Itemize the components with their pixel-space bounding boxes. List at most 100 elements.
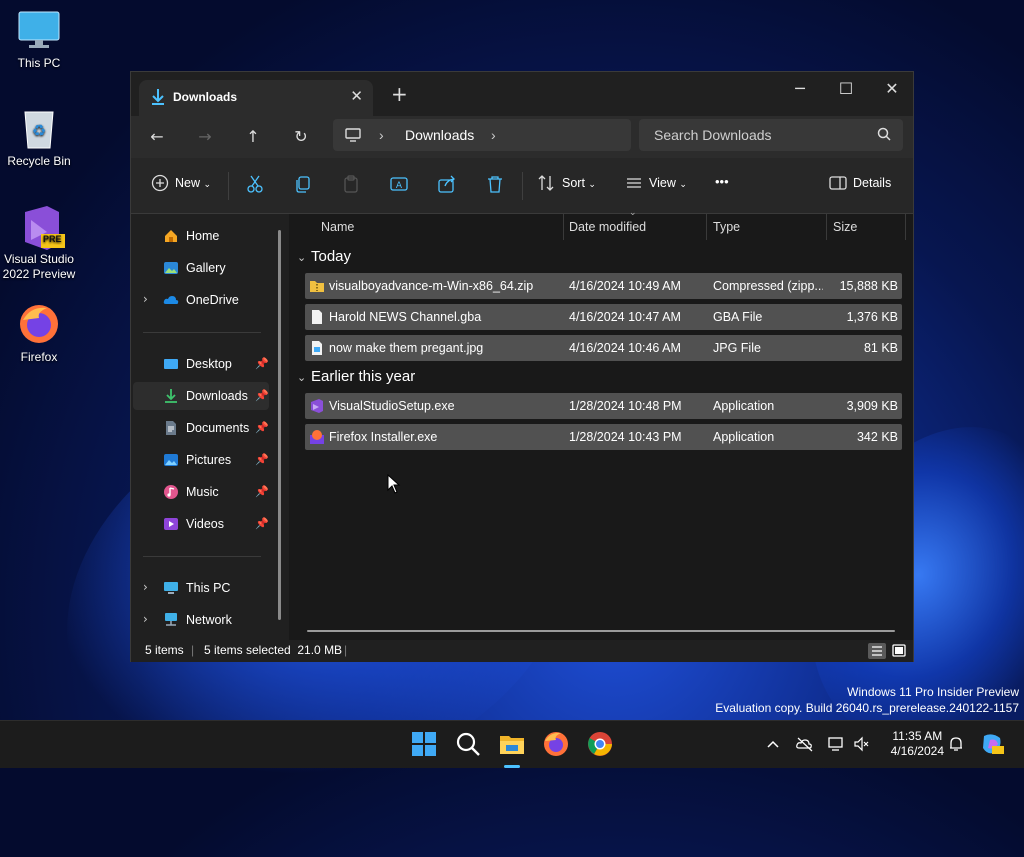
desktop-icon-visual-studio[interactable]: PRE Visual Studio 2022 Preview	[0, 204, 78, 282]
sidebar-item-pictures[interactable]: Pictures 📌	[133, 446, 269, 474]
group-header-earlier-this-year[interactable]: ⌄ Earlier this year	[297, 368, 415, 385]
network-icon[interactable]	[827, 735, 845, 753]
chevron-down-icon: ⌄	[297, 372, 307, 384]
pin-icon[interactable]: 📌	[255, 485, 269, 498]
chrome-icon[interactable]	[585, 729, 615, 759]
document-icon	[163, 420, 179, 436]
breadcrumb-chevron-icon[interactable]: ›	[379, 127, 384, 143]
desktop-icon-this-pc[interactable]: This PC	[0, 8, 78, 71]
column-divider[interactable]	[563, 214, 564, 240]
desktop-icon-label: Visual Studio 2022 Preview	[2, 252, 76, 281]
sidebar-item-label: Documents	[186, 421, 250, 435]
sidebar-item-videos[interactable]: Videos 📌	[133, 510, 269, 538]
gallery-icon	[163, 260, 179, 276]
pin-icon[interactable]: 📌	[255, 421, 269, 434]
start-windows-icon[interactable]	[409, 729, 439, 759]
sidebar-item-home[interactable]: Home	[133, 222, 269, 250]
up-button[interactable]: ↑	[239, 124, 267, 150]
table-row[interactable]: VisualStudioSetup.exe 1/28/2024 10:48 PM…	[305, 393, 902, 419]
see-more-button[interactable]: •••	[715, 174, 729, 189]
refresh-button[interactable]: ↻	[287, 124, 315, 150]
column-divider[interactable]	[826, 214, 827, 240]
chevron-right-icon[interactable]: ›	[143, 292, 148, 306]
file-type: JPG File	[713, 341, 761, 355]
notification-bell-icon[interactable]	[947, 735, 965, 753]
chevron-down-icon: ⌄	[297, 252, 307, 264]
visual-studio-installer-icon	[309, 398, 325, 414]
sidebar-item-music[interactable]: Music 📌	[133, 478, 269, 506]
file-type: Application	[713, 430, 775, 444]
pin-icon[interactable]: 📌	[255, 517, 269, 530]
sidebar-item-this-pc[interactable]: › This PC	[133, 574, 269, 602]
system-clock[interactable]: 11:35 AM 4/16/2024	[891, 729, 944, 759]
share-icon[interactable]	[437, 174, 461, 196]
sidebar-item-downloads[interactable]: Downloads 📌	[133, 382, 269, 410]
desktop-icon-recycle-bin[interactable]: ♻ Recycle Bin	[0, 106, 78, 169]
column-header-type[interactable]: Type	[713, 214, 740, 240]
column-divider[interactable]	[905, 214, 906, 240]
copilot-preview-icon[interactable]	[980, 732, 1004, 756]
chevron-right-icon[interactable]: ›	[143, 612, 148, 626]
sort-icon	[537, 174, 561, 196]
monitor-icon	[163, 580, 179, 596]
close-tab-icon[interactable]: ✕	[350, 87, 363, 105]
forward-button[interactable]: →	[191, 124, 219, 150]
firefox-icon[interactable]	[541, 729, 571, 759]
table-row[interactable]: visualboyadvance-m-Win-x86_64.zip 4/16/2…	[305, 273, 902, 299]
file-name: visualboyadvance-m-Win-x86_64.zip	[329, 279, 534, 293]
sidebar-item-onedrive[interactable]: › OneDrive	[133, 286, 269, 314]
search-input[interactable]: Search Downloads	[639, 119, 903, 151]
chevron-up-icon[interactable]	[764, 735, 782, 753]
recycle-bin-icon: ♻	[17, 106, 61, 150]
group-header-today[interactable]: ⌄ Today	[297, 248, 351, 265]
file-date: 1/28/2024 10:43 PM	[569, 430, 682, 444]
sidebar-item-desktop[interactable]: Desktop 📌	[133, 350, 269, 378]
large-icons-view-icon[interactable]	[890, 643, 908, 659]
minimize-button[interactable]: ─	[777, 76, 823, 104]
table-row[interactable]: Harold NEWS Channel.gba 4/16/2024 10:47 …	[305, 304, 902, 330]
column-header-size[interactable]: Size	[833, 214, 857, 240]
new-button[interactable]: New ⌄	[175, 176, 211, 190]
address-bar[interactable]: › Downloads ›	[333, 119, 631, 151]
breadcrumb-downloads[interactable]: Downloads	[405, 127, 474, 143]
details-pane-icon	[829, 174, 853, 196]
column-header-name[interactable]: Name	[321, 214, 354, 240]
divider	[143, 332, 261, 333]
tab-downloads[interactable]: Downloads ✕	[139, 80, 373, 116]
sidebar-item-gallery[interactable]: Gallery	[133, 254, 269, 282]
view-button[interactable]: View ⌄	[649, 176, 687, 190]
desktop-icon-firefox[interactable]: Firefox	[0, 302, 78, 365]
onedrive-offline-icon[interactable]	[796, 735, 814, 753]
rename-icon[interactable]: A	[389, 174, 413, 196]
chevron-right-icon[interactable]: ›	[143, 580, 148, 594]
sort-button[interactable]: Sort ⌄	[562, 176, 596, 190]
details-button[interactable]: Details	[853, 176, 891, 190]
new-tab-button[interactable]: +	[391, 84, 408, 104]
sidebar-item-documents[interactable]: Documents 📌	[133, 414, 269, 442]
details-view-icon[interactable]	[868, 643, 886, 659]
table-row[interactable]: now make them pregant.jpg 4/16/2024 10:4…	[305, 335, 902, 361]
delete-icon[interactable]	[485, 174, 509, 196]
pin-icon[interactable]: 📌	[255, 453, 269, 466]
music-icon	[163, 484, 179, 500]
pin-icon[interactable]: 📌	[255, 357, 269, 370]
sort-label: Sort	[562, 176, 585, 190]
pin-icon[interactable]: 📌	[255, 389, 269, 402]
paste-icon[interactable]	[341, 174, 365, 196]
breadcrumb-chevron-icon[interactable]: ›	[491, 127, 496, 143]
maximize-button[interactable]: ☐	[823, 76, 869, 104]
table-row[interactable]: Firefox Installer.exe 1/28/2024 10:43 PM…	[305, 424, 902, 450]
sidebar-scrollbar[interactable]	[278, 230, 281, 620]
mouse-cursor-icon	[387, 473, 401, 497]
sidebar-item-network[interactable]: › Network	[133, 606, 269, 634]
back-button[interactable]: ←	[143, 124, 171, 150]
search-icon[interactable]	[453, 729, 483, 759]
file-explorer-icon[interactable]	[497, 729, 527, 768]
horizontal-scrollbar[interactable]	[307, 630, 895, 632]
cut-icon[interactable]	[245, 174, 269, 196]
copy-icon[interactable]	[293, 174, 317, 196]
close-window-button[interactable]: ✕	[869, 76, 915, 104]
column-divider[interactable]	[706, 214, 707, 240]
volume-muted-icon[interactable]	[853, 735, 871, 753]
status-bar: 5 items | 5 items selected 21.0 MB |	[131, 640, 913, 662]
